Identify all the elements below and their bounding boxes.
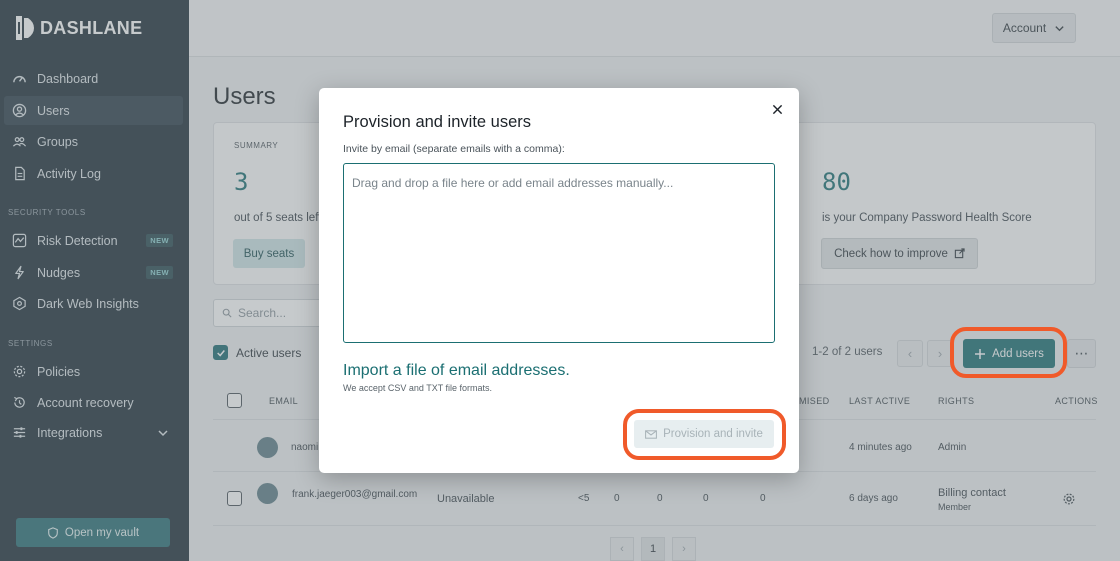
provision-invite-label: Provision and invite	[663, 428, 763, 440]
import-formats-note: We accept CSV and TXT file formats.	[343, 383, 493, 393]
dialog-title: Provision and invite users	[343, 113, 532, 131]
import-file-link[interactable]: Import a file of email addresses.	[343, 362, 570, 380]
provision-invite-dialog: Provision and invite users Invite by ema…	[319, 88, 799, 473]
close-button[interactable]	[769, 101, 785, 117]
provision-invite-button[interactable]: Provision and invite	[634, 420, 774, 448]
add-users-highlight	[950, 327, 1067, 378]
email-addresses-input[interactable]	[343, 163, 775, 343]
dialog-subtitle: Invite by email (separate emails with a …	[343, 143, 565, 155]
close-icon	[772, 104, 782, 114]
envelope-icon	[645, 429, 658, 439]
